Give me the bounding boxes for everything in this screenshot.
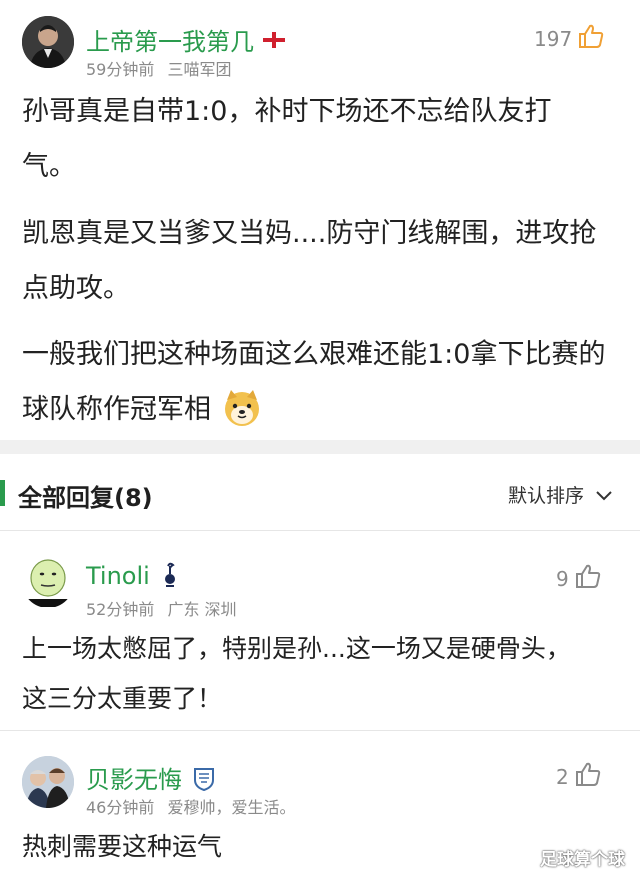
reply-meta: 52分钟前 广东 深圳: [86, 596, 237, 620]
shiba-dog-emoji-icon: [224, 390, 259, 426]
like-count: 197: [534, 27, 573, 51]
header-accent-bar: [0, 480, 5, 506]
club-crest-icon: [194, 768, 215, 792]
cartoon-face-icon: [22, 556, 74, 608]
chevron-down-icon: [596, 491, 612, 501]
reply-text: 热刺需要这种运气: [22, 832, 223, 861]
username[interactable]: Tinoli: [86, 562, 150, 590]
like-button[interactable]: 197: [534, 22, 605, 54]
avatar[interactable]: [22, 556, 74, 608]
like-button[interactable]: 9: [556, 562, 602, 594]
comment-paragraph-3: 一般我们把这种场面这么艰难还能1:0拿下比赛的球队称作冠军相: [22, 327, 612, 437]
england-flag-icon: [263, 32, 286, 48]
reply-location: 爱穆帅，爱生活。: [167, 798, 296, 817]
avatar[interactable]: [22, 756, 74, 808]
section-gap: [0, 440, 640, 454]
like-count: 2: [556, 765, 569, 789]
comment-paragraph-1: 孙哥真是自带1:0，补时下场还不忘给队友打气。: [22, 96, 552, 182]
reply-time: 46分钟前: [86, 798, 155, 817]
divider: [0, 530, 640, 531]
like-count: 9: [556, 567, 569, 591]
replies-title: 全部回复(8): [18, 484, 153, 512]
comment-time: 59分钟前: [86, 60, 155, 79]
thumbs-up-icon: [575, 762, 601, 786]
sort-dropdown[interactable]: 默认排序: [508, 481, 613, 508]
sort-label: 默认排序: [508, 485, 585, 507]
username-row: Tinoli: [86, 562, 179, 590]
tottenham-cockerel-icon: [164, 562, 175, 587]
two-people-photo-icon: [22, 756, 74, 808]
avatar[interactable]: [22, 16, 74, 68]
username-row: 贝影无悔: [86, 760, 215, 795]
reply-text: 上一场太憋屈了，特别是孙...这一场又是硬骨头，这三分太重要了！: [22, 634, 571, 713]
comment-paragraph-3-text: 一般我们把这种场面这么艰难还能1:0拿下比赛的球队称作冠军相: [22, 339, 606, 425]
username[interactable]: 贝影无悔: [86, 766, 182, 794]
like-button[interactable]: 2: [556, 760, 602, 792]
thumbs-up-icon: [579, 24, 604, 48]
reply-meta: 46分钟前 爱穆帅，爱生活。: [86, 794, 295, 818]
comment-meta: 59分钟前 三喵军团: [86, 56, 231, 80]
thumbs-up-icon: [575, 564, 601, 588]
user-photo-icon: [22, 16, 74, 68]
username-row: 上帝第一我第几: [86, 22, 286, 57]
reply-location: 广东 深圳: [167, 600, 237, 619]
reply-time: 52分钟前: [86, 600, 155, 619]
username[interactable]: 上帝第一我第几: [86, 28, 254, 56]
comment-paragraph-2: 凯恩真是又当爹又当妈....防守门线解围，进攻抢点助攻。: [22, 218, 597, 304]
watermark: 足球算个球: [540, 850, 625, 870]
divider: [0, 730, 640, 731]
comment-location: 三喵军团: [167, 60, 232, 79]
